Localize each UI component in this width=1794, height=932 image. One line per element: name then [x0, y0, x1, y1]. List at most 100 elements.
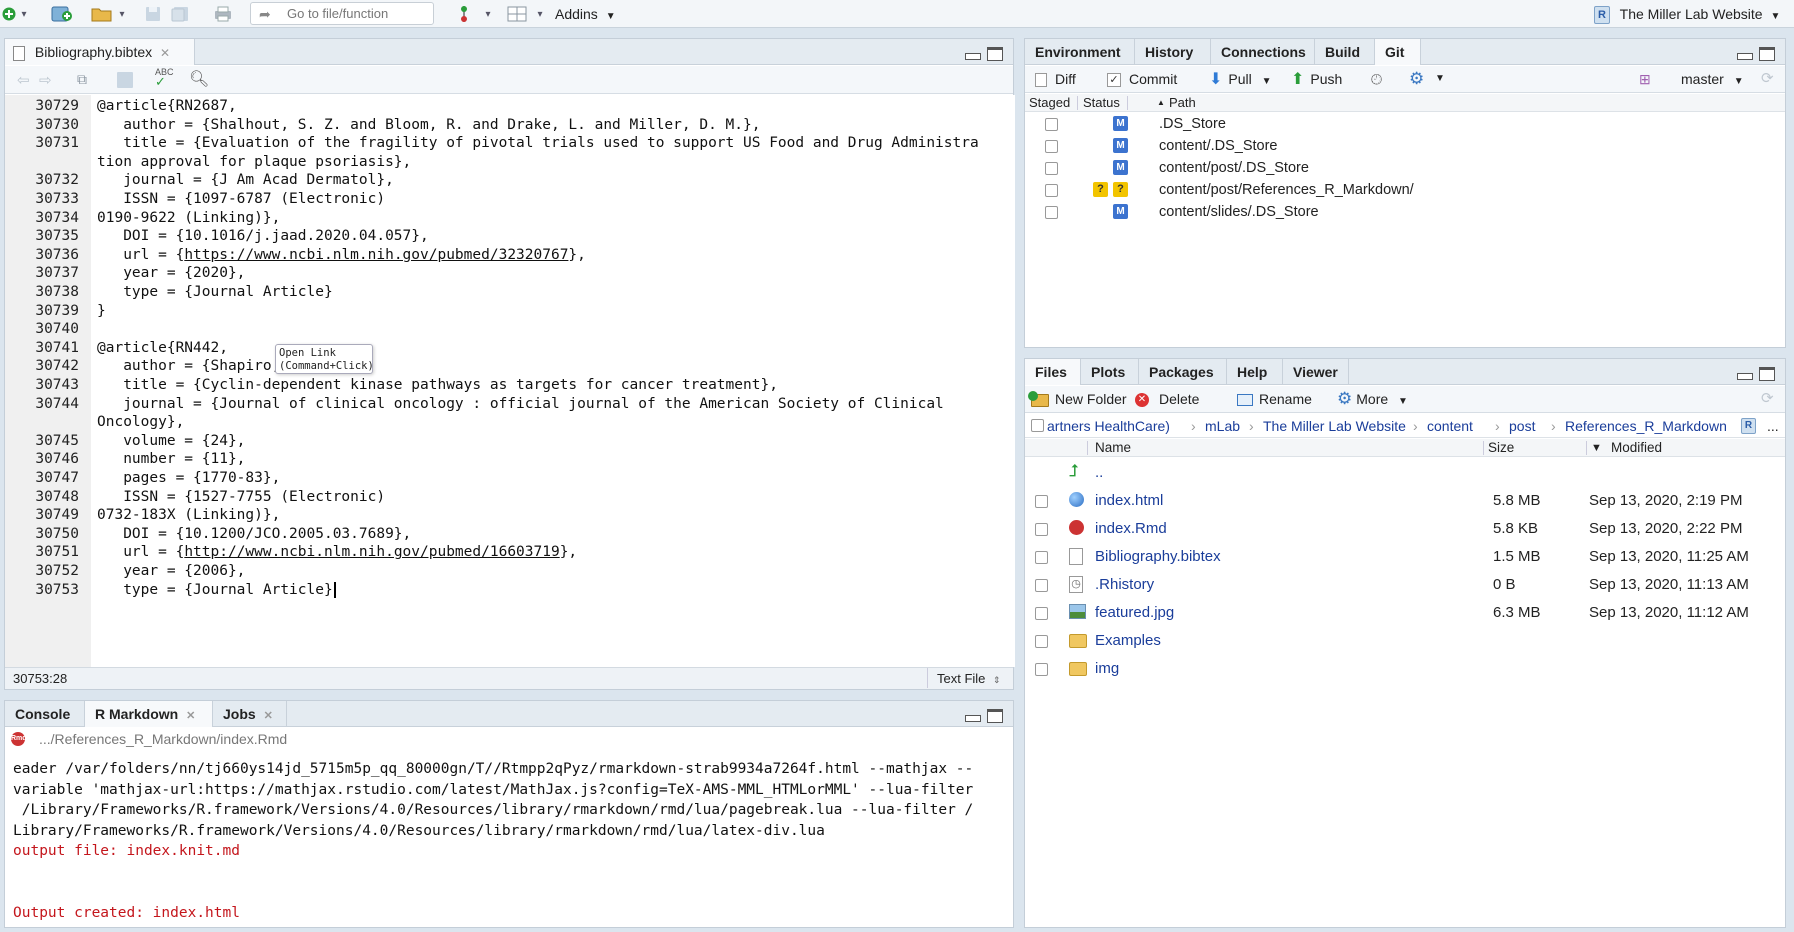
path-header[interactable]: Path [1169, 94, 1196, 112]
save-icon[interactable] [143, 4, 163, 24]
commit-button[interactable]: ✓ Commit [1107, 69, 1177, 89]
file-checkbox[interactable] [1035, 635, 1048, 648]
url-link[interactable]: http://www.ncbi.nlm.nih.gov/pubmed/16603… [184, 544, 559, 560]
gear-icon[interactable]: ⚙ [1409, 69, 1424, 89]
new-file-icon[interactable] [2, 4, 16, 24]
close-tab-icon[interactable]: ✕ [186, 710, 195, 722]
staged-checkbox[interactable] [1045, 184, 1058, 197]
tab-viewer[interactable]: Viewer [1283, 359, 1349, 385]
name-header[interactable]: Name [1095, 439, 1131, 457]
file-name-link[interactable]: featured.jpg [1095, 599, 1174, 627]
forward-arrow-icon[interactable]: ⇨ [39, 71, 52, 89]
file-checkbox[interactable] [1035, 663, 1048, 676]
staged-checkbox[interactable] [1045, 140, 1058, 153]
more-button[interactable]: ⚙ More ▼ [1337, 389, 1408, 409]
breadcrumb-item[interactable]: post [1509, 414, 1535, 438]
breadcrumb-item[interactable]: The Miller Lab Website [1263, 414, 1406, 438]
pull-button[interactable]: ⬇ Pull ▼ [1209, 69, 1272, 89]
project-home-icon[interactable]: R [1741, 418, 1756, 434]
file-row[interactable]: index.Rmd 5.8 KB Sep 13, 2020, 2:22 PM [1025, 515, 1785, 543]
file-row[interactable]: index.html 5.8 MB Sep 13, 2020, 2:19 PM [1025, 487, 1785, 515]
staged-checkbox[interactable] [1045, 162, 1058, 175]
file-type-menu[interactable]: Text File ⇕ [937, 671, 1001, 686]
open-folder-icon[interactable] [90, 4, 114, 24]
tab-plots[interactable]: Plots [1081, 359, 1139, 385]
refresh-icon[interactable]: ⟳ [1761, 69, 1774, 89]
parent-dir-link[interactable]: .. [1095, 459, 1103, 487]
file-row[interactable]: featured.jpg 6.3 MB Sep 13, 2020, 11:12 AM [1025, 599, 1785, 627]
goto-file-input[interactable]: ➦ Go to file/function [250, 2, 434, 25]
save-all-icon[interactable] [170, 4, 190, 24]
vcs-dropdown-icon[interactable]: ▾ [482, 4, 494, 24]
file-checkbox[interactable] [1035, 551, 1048, 564]
file-name-link[interactable]: index.Rmd [1095, 515, 1167, 543]
modified-header[interactable]: Modified [1611, 439, 1662, 457]
new-file-dropdown-icon[interactable]: ▾ [18, 4, 30, 24]
staged-checkbox[interactable] [1045, 118, 1058, 131]
tab-build[interactable]: Build [1315, 39, 1375, 65]
new-folder-button[interactable]: New Folder [1028, 389, 1127, 409]
gear-dropdown-icon[interactable]: ▼ [1435, 69, 1445, 89]
project-menu[interactable]: R The Miller Lab Website ▼ [1594, 4, 1780, 25]
version-control-icon[interactable] [455, 4, 473, 24]
close-tab-icon[interactable]: ✕ [160, 46, 170, 60]
file-name-link[interactable]: Bibliography.bibtex [1095, 543, 1221, 571]
maximize-icon[interactable] [1759, 367, 1775, 381]
tab-history[interactable]: History [1135, 39, 1211, 65]
url-link[interactable]: https://www.ncbi.nlm.nih.gov/pubmed/3232… [184, 247, 568, 263]
minimize-icon[interactable] [965, 715, 981, 722]
tab-packages[interactable]: Packages [1139, 359, 1227, 385]
file-name-link[interactable]: .Rhistory [1095, 571, 1154, 599]
minimize-icon[interactable] [1737, 373, 1753, 380]
file-row[interactable]: Bibliography.bibtex 1.5 MB Sep 13, 2020, 1… [1025, 543, 1785, 571]
maximize-icon[interactable] [987, 709, 1003, 723]
tab-jobs[interactable]: Jobs ✕ [213, 701, 287, 727]
print-icon[interactable] [212, 4, 234, 24]
console-output[interactable]: eader /var/folders/nn/tj660ys14jd_5715m5… [5, 759, 1013, 925]
branch-menu[interactable]: master ▼ [1681, 69, 1744, 89]
refresh-icon[interactable]: ⟳ [1761, 389, 1774, 409]
file-name-link[interactable]: index.html [1095, 487, 1163, 515]
maximize-icon[interactable] [1759, 47, 1775, 61]
layout-dropdown-icon[interactable]: ▾ [534, 4, 546, 24]
file-checkbox[interactable] [1035, 495, 1048, 508]
breadcrumb-item[interactable]: artners HealthCare) [1047, 414, 1170, 438]
rename-button[interactable]: Rename [1237, 389, 1312, 409]
file-checkbox[interactable] [1035, 523, 1048, 536]
open-dropdown-icon[interactable]: ▾ [116, 4, 128, 24]
size-header[interactable]: Size [1488, 439, 1514, 457]
tab-environment[interactable]: Environment [1025, 39, 1135, 65]
code-area[interactable]: 30729 @article{RN2687, 30730 author = {Sha… [5, 95, 1015, 667]
new-project-icon[interactable] [50, 4, 74, 24]
file-name-link[interactable]: img [1095, 655, 1119, 683]
find-replace-icon[interactable]: 🔍︎ [189, 69, 209, 89]
select-all-checkbox[interactable] [1031, 419, 1044, 432]
breadcrumb-item[interactable]: content [1427, 414, 1473, 438]
breadcrumb-more[interactable]: ... [1767, 414, 1779, 438]
git-file-row[interactable]: ?? content/post/References_R_Markdown/ [1025, 179, 1785, 201]
git-file-row[interactable]: Mcontent/.DS_Store [1025, 135, 1785, 157]
save-file-icon[interactable] [117, 72, 133, 88]
addins-menu[interactable]: Addins ▼ [555, 4, 616, 24]
file-row[interactable]: ◷ .Rhistory 0 B Sep 13, 2020, 11:13 AM [1025, 571, 1785, 599]
tab-help[interactable]: Help [1227, 359, 1283, 385]
breadcrumb-item[interactable]: mLab [1205, 414, 1240, 438]
branch-icon[interactable]: ⊞ [1639, 69, 1651, 89]
back-arrow-icon[interactable]: ⇦ [17, 71, 30, 89]
file-checkbox[interactable] [1035, 579, 1048, 592]
tab-r-markdown[interactable]: R Markdown ✕ [85, 701, 213, 727]
spellcheck-icon[interactable]: ABC ✓ [155, 67, 174, 88]
history-clock-icon[interactable]: 🕘︎ [1371, 69, 1382, 89]
push-button[interactable]: ⬆ Push [1291, 69, 1342, 89]
minimize-icon[interactable] [965, 53, 981, 60]
staged-checkbox[interactable] [1045, 206, 1058, 219]
pane-layout-icon[interactable] [506, 4, 528, 24]
git-file-row[interactable]: M .DS_Store [1025, 113, 1785, 135]
tab-console[interactable]: Console [5, 701, 85, 727]
git-file-row[interactable]: Mcontent/slides/.DS_Store [1025, 201, 1785, 223]
staged-header[interactable]: Staged [1029, 94, 1070, 112]
status-header[interactable]: Status [1083, 94, 1120, 112]
file-row[interactable]: Examples [1025, 627, 1785, 655]
tab-files[interactable]: Files [1025, 359, 1081, 385]
delete-button[interactable]: ✕ Delete [1135, 389, 1199, 409]
